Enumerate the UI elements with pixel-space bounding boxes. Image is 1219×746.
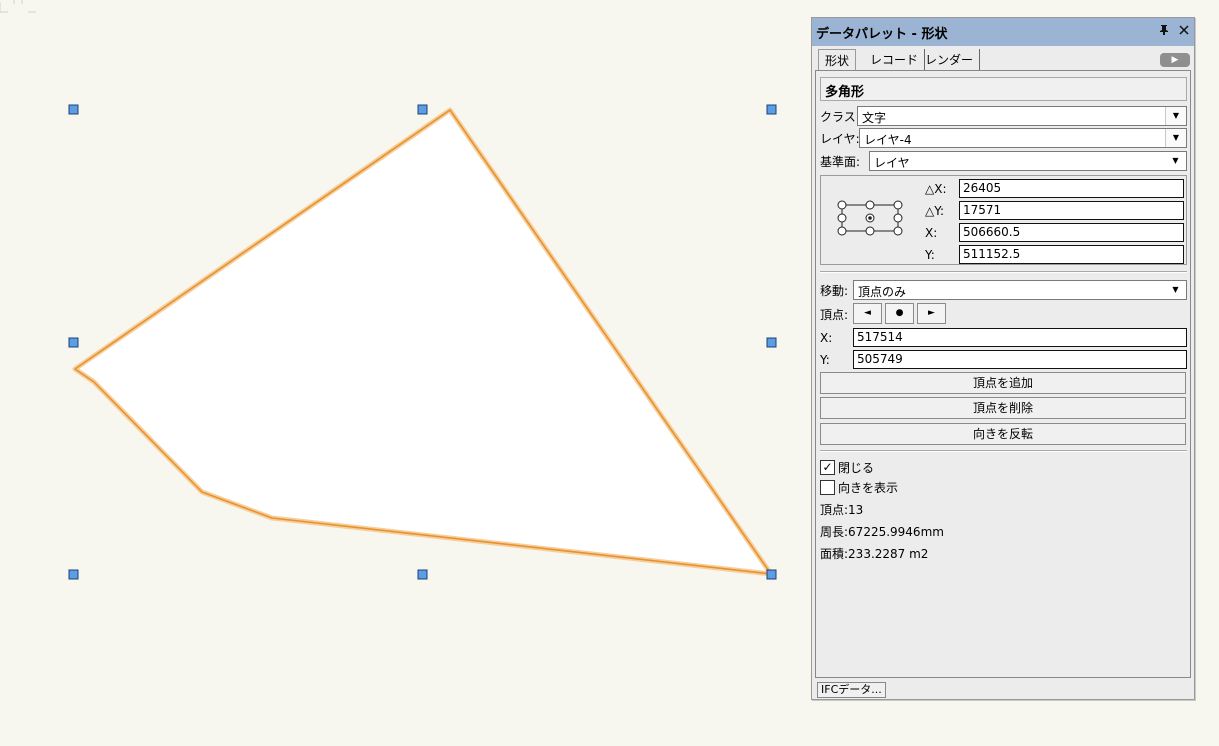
move-label: 移動: [820,284,849,298]
chevron-down-icon: ▼ [1172,156,1179,165]
palette-title: データパレット - 形状 [816,26,948,42]
handle-middle-left [68,337,79,348]
closed-checkbox[interactable]: ✓ 閉じる [820,459,874,475]
tab-more-arrow-icon[interactable]: ▶ [1160,53,1190,67]
shape-panel: 多角形 クラス: 文字 ▼ レイヤ: レイヤ-4 ▼ 基準面: レイヤ ▼ △X… [815,70,1191,678]
selected-polygon[interactable] [72,107,774,577]
vertex-y-field[interactable]: 505749 [853,350,1187,369]
palette-titlebar[interactable]: データパレット - 形状 [812,18,1194,46]
vertex-count: 頂点:13 [820,503,864,517]
checkbox-box [820,479,835,495]
layer-value: レイヤ-4 [864,133,912,147]
reference-point-selector[interactable] [837,200,903,236]
area: 面積:233.2287 m2 [820,547,929,561]
vertex-x-label: X: [820,331,833,345]
dx-field[interactable]: 26405 [959,179,1184,198]
perimeter: 周長:67225.9946mm [820,525,944,539]
handle-top-center [417,104,428,115]
handle-top-left [68,104,79,115]
show-direction-label: 向きを表示 [838,480,899,495]
chevron-down-icon: ▼ [1165,107,1186,125]
handle-bottom-center [417,569,428,580]
next-vertex-button[interactable]: ► [917,303,946,324]
move-select[interactable]: 頂点のみ ▼ [853,280,1187,300]
canvas-edge-marker [0,0,36,13]
tab-record[interactable]: レコード [864,49,926,70]
position-group: △X: 26405 △Y: 17571 X: 506660.5 Y: 51115… [820,175,1187,265]
divider [820,450,1187,452]
y-label: Y: [925,248,935,262]
plane-value: レイヤ [874,156,910,170]
chevron-down-icon: ▼ [1172,285,1179,294]
drawing-canvas[interactable] [0,0,810,746]
x-field[interactable]: 506660.5 [959,223,1184,242]
plane-label: 基準面: [820,155,861,169]
plane-select[interactable]: レイヤ ▼ [869,151,1187,171]
show-direction-checkbox[interactable]: 向きを表示 [820,479,898,495]
layer-label: レイヤ: [820,132,860,146]
layer-select[interactable]: レイヤ-4 ▼ [859,128,1187,148]
handle-bottom-left [68,569,79,580]
vertex-label: 頂点: [820,308,849,322]
handle-bottom-right [766,569,777,580]
move-value: 頂点のみ [858,285,907,299]
class-select[interactable]: 文字 ▼ [857,106,1187,126]
add-vertex-button[interactable]: 頂点を追加 [820,372,1186,394]
tab-shape[interactable]: 形状 [818,49,857,70]
vertex-y-label: Y: [820,353,830,367]
check-icon: ✓ [820,459,835,475]
divider [820,271,1187,273]
palette-tabs: 形状 レコード レンダー ▶ [812,46,1194,70]
class-label: クラス: [820,110,860,124]
previous-vertex-button[interactable]: ◄ [853,303,882,324]
class-value: 文字 [862,111,887,125]
reverse-direction-button[interactable]: 向きを反転 [820,423,1186,445]
dy-label: △Y: [925,204,945,218]
dy-field[interactable]: 17571 [959,201,1184,220]
current-vertex-button[interactable]: ● [885,303,914,324]
data-palette: データパレット - 形状 形状 レコード レンダー ▶ 多角形 クラス: 文字 … [811,17,1195,700]
vertex-x-field[interactable]: 517514 [853,328,1187,347]
chevron-down-icon: ▼ [1165,129,1186,147]
delete-vertex-button[interactable]: 頂点を削除 [820,397,1186,419]
handle-top-right [766,104,777,115]
ifc-data-button[interactable]: IFCデータ... [817,682,886,698]
x-label: X: [925,226,938,240]
drawing-area[interactable] [0,0,810,746]
closed-label: 閉じる [838,460,875,475]
dx-label: △X: [925,182,947,196]
tab-render[interactable]: レンダー [919,49,981,70]
pin-icon[interactable] [1154,24,1174,40]
y-field[interactable]: 511152.5 [959,245,1184,264]
handle-middle-right [766,337,777,348]
close-icon[interactable] [1174,24,1194,40]
shape-name: 多角形 [820,77,1187,101]
